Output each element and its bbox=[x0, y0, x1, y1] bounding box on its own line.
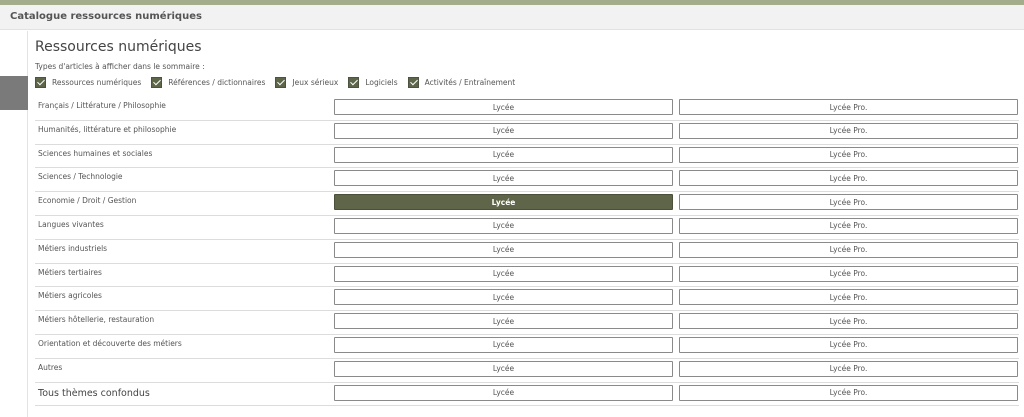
checkbox-checked-icon[interactable] bbox=[407, 76, 419, 88]
filter-references-dictionnaires[interactable]: Références / dictionnaires bbox=[151, 76, 266, 88]
lycee-pro-button[interactable]: Lycée Pro. bbox=[679, 170, 1018, 187]
checkbox-checked-icon[interactable] bbox=[348, 76, 360, 88]
table-row: Tous thèmes confondus Lycée Lycée Pro. bbox=[35, 383, 1019, 407]
theme-label: Métiers hôtellerie, restauration bbox=[38, 315, 155, 325]
table-row: Economie / Droit / Gestion Lycée Lycée P… bbox=[35, 192, 1019, 216]
checkbox-checked-icon[interactable] bbox=[275, 76, 287, 88]
filter-label: Ressources numériques bbox=[52, 77, 142, 87]
filter-activites-entrainement[interactable]: Activités / Entraînement bbox=[407, 76, 516, 88]
lycee-button[interactable]: Lycée bbox=[334, 360, 673, 377]
lycee-pro-button[interactable]: Lycée Pro. bbox=[679, 265, 1018, 282]
table-row: Métiers industriels Lycée Lycée Pro. bbox=[35, 240, 1019, 264]
theme-label: Métiers industriels bbox=[38, 243, 108, 253]
lycee-pro-button[interactable]: Lycée Pro. bbox=[679, 217, 1018, 234]
theme-label-all: Tous thèmes confondus bbox=[38, 387, 150, 399]
lycee-button[interactable]: Lycée bbox=[334, 170, 673, 187]
filter-jeux-serieux[interactable]: Jeux sérieux bbox=[275, 76, 339, 88]
lycee-pro-button[interactable]: Lycée Pro. bbox=[679, 313, 1018, 330]
table-row: Français / Littérature / Philosophie Lyc… bbox=[35, 97, 1019, 121]
table-row: Autres Lycée Lycée Pro. bbox=[35, 359, 1019, 383]
checkbox-checked-icon[interactable] bbox=[151, 76, 163, 88]
lycee-button[interactable]: Lycée bbox=[334, 336, 673, 353]
theme-label: Langues vivantes bbox=[38, 219, 104, 229]
table-row: Sciences humaines et sociales Lycée Lycé… bbox=[35, 145, 1019, 169]
lycee-pro-button[interactable]: Lycée Pro. bbox=[679, 360, 1018, 377]
filter-label: Logiciels bbox=[365, 77, 398, 87]
lycee-button[interactable]: Lycée bbox=[334, 122, 673, 139]
table-row: Humanités, littérature et philosophie Ly… bbox=[35, 121, 1019, 145]
page-title: Ressources numériques bbox=[35, 39, 202, 55]
lycee-pro-button[interactable]: Lycée Pro. bbox=[679, 336, 1018, 353]
lycee-button[interactable]: Lycée bbox=[334, 313, 673, 330]
filter-label: Références / dictionnaires bbox=[168, 77, 266, 87]
sidebar-toggle-tab[interactable] bbox=[0, 76, 28, 110]
theme-label: Sciences humaines et sociales bbox=[38, 148, 153, 158]
theme-label: Autres bbox=[38, 362, 63, 372]
checkbox-checked-icon[interactable] bbox=[35, 76, 46, 88]
filter-label: Activités / Entraînement bbox=[424, 77, 516, 87]
lycee-button[interactable]: Lycée bbox=[334, 241, 673, 258]
app-header: Catalogue ressources numériques bbox=[0, 5, 1024, 30]
filter-logiciels[interactable]: Logiciels bbox=[348, 76, 398, 88]
themes-table: Français / Littérature / Philosophie Lyc… bbox=[35, 97, 1019, 407]
table-row: Orientation et découverte des métiers Ly… bbox=[35, 335, 1019, 359]
lycee-button[interactable]: Lycée bbox=[334, 289, 673, 306]
lycee-button[interactable]: Lycée bbox=[334, 265, 673, 282]
theme-label: Orientation et découverte des métiers bbox=[38, 338, 182, 348]
lycee-pro-button[interactable]: Lycée Pro. bbox=[679, 289, 1018, 306]
filters-label: Types d'articles à afficher dans le somm… bbox=[35, 62, 205, 71]
theme-label: Métiers agricoles bbox=[38, 291, 102, 301]
article-type-filters: Ressources numériques Références / dicti… bbox=[35, 76, 525, 88]
theme-label: Métiers tertiaires bbox=[38, 267, 102, 277]
app-title: Catalogue ressources numériques bbox=[10, 11, 202, 22]
filter-label: Jeux sérieux bbox=[292, 77, 339, 87]
theme-label: Sciences / Technologie bbox=[38, 172, 123, 182]
lycee-button[interactable]: Lycée bbox=[334, 146, 673, 163]
theme-label: Humanités, littérature et philosophie bbox=[38, 124, 177, 134]
table-row: Langues vivantes Lycée Lycée Pro. bbox=[35, 216, 1019, 240]
table-row: Métiers agricoles Lycée Lycée Pro. bbox=[35, 287, 1019, 312]
table-row: Métiers tertiaires Lycée Lycée Pro. bbox=[35, 264, 1019, 288]
lycee-pro-button[interactable]: Lycée Pro. bbox=[679, 384, 1018, 401]
lycee-button-active[interactable]: Lycée bbox=[334, 194, 673, 211]
table-row: Métiers hôtellerie, restauration Lycée L… bbox=[35, 311, 1019, 335]
lycee-button[interactable]: Lycée bbox=[334, 384, 673, 401]
lycee-pro-button[interactable]: Lycée Pro. bbox=[679, 122, 1018, 139]
lycee-pro-button[interactable]: Lycée Pro. bbox=[679, 99, 1018, 115]
table-row: Sciences / Technologie Lycée Lycée Pro. bbox=[35, 168, 1019, 193]
filter-ressources-numeriques[interactable]: Ressources numériques bbox=[35, 76, 142, 88]
theme-label: Economie / Droit / Gestion bbox=[38, 196, 137, 206]
lycee-pro-button[interactable]: Lycée Pro. bbox=[679, 194, 1018, 211]
theme-label: Français / Littérature / Philosophie bbox=[38, 101, 166, 110]
lycee-pro-button[interactable]: Lycée Pro. bbox=[679, 241, 1018, 258]
lycee-pro-button[interactable]: Lycée Pro. bbox=[679, 146, 1018, 163]
lycee-button[interactable]: Lycée bbox=[334, 99, 673, 115]
lycee-button[interactable]: Lycée bbox=[334, 217, 673, 234]
